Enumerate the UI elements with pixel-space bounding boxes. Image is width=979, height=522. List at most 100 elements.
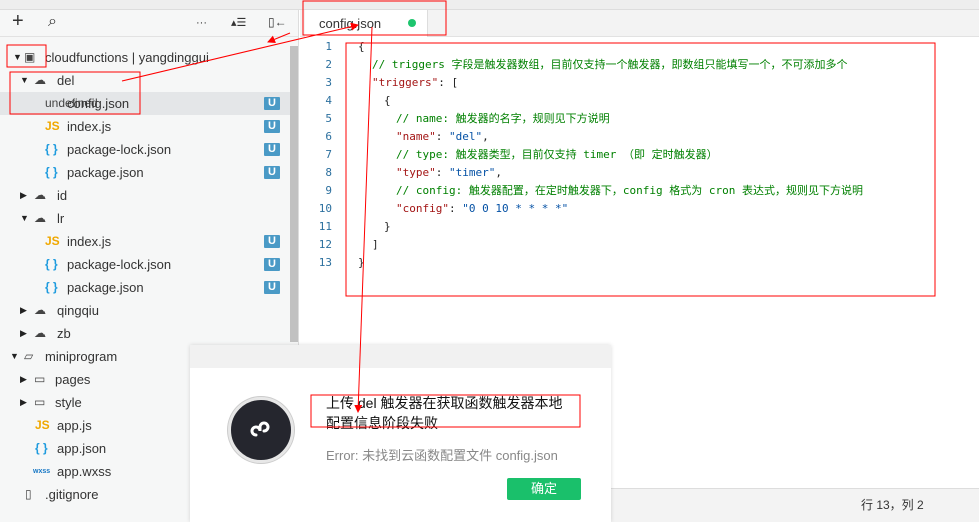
line-number: 4 xyxy=(325,94,332,107)
code-line: "name": "del", xyxy=(396,128,489,146)
tree-item[interactable]: ▼ ☁ del xyxy=(0,69,290,92)
editor-tabs: config.json xyxy=(300,10,979,37)
tree-item-label: id xyxy=(57,188,68,203)
split-icon[interactable]: ▯← xyxy=(268,15,287,29)
line-number: 8 xyxy=(325,166,332,179)
code-line: { xyxy=(358,38,365,56)
chevron-down-icon[interactable]: ▼ xyxy=(13,46,22,69)
dialog-error-message: Error: 未找到云函数配置文件 config.json xyxy=(326,448,558,463)
tree-item[interactable]: JS index.js U xyxy=(0,115,290,138)
tab-config-json[interactable]: config.json xyxy=(305,10,428,37)
untracked-badge: U xyxy=(264,281,280,294)
chevron-right-icon[interactable]: ▶ xyxy=(20,299,27,322)
folder-icon: ▭ xyxy=(34,395,46,409)
untracked-badge: U xyxy=(264,166,280,179)
code-token: "name" xyxy=(396,130,436,143)
cloud-icon: ☁ xyxy=(34,326,46,340)
code-line: ] xyxy=(372,236,379,254)
code-token: // type: 触发器类型，目前仅支持 timer （即 定时触发器） xyxy=(396,148,718,161)
code-token: : xyxy=(435,166,449,179)
tree-item[interactable]: ▶ ☁ zb xyxy=(0,322,290,345)
code-token: "timer" xyxy=(449,166,496,179)
chevron-right-icon[interactable]: ▶ xyxy=(20,322,27,345)
tree-item-label: zb xyxy=(57,326,71,341)
dialog-title: 上传 del 触发器在获取函数触发器本地配置信息阶段失败 xyxy=(326,395,563,431)
tree-item[interactable]: { } package.json U xyxy=(0,161,290,184)
tree-item[interactable]: ▼ ☁ lr xyxy=(0,207,290,230)
code-line: { xyxy=(384,92,391,110)
tree-item-label: index.js xyxy=(67,119,112,134)
code-token: , xyxy=(495,166,502,179)
code-line: // type: 触发器类型，目前仅支持 timer （即 定时触发器） xyxy=(396,146,718,164)
untracked-badge: U xyxy=(264,120,280,133)
chevron-down-icon[interactable]: ▼ xyxy=(10,345,19,368)
folder-icon: ▭ xyxy=(34,372,46,386)
code-token: : [ xyxy=(438,76,459,89)
code-token: : xyxy=(448,202,463,215)
code-token: ] xyxy=(372,238,379,251)
tree-item-label: app.js xyxy=(57,418,92,433)
cloud-icon: ☁ xyxy=(34,73,46,87)
search-icon[interactable]: ⌕ xyxy=(48,13,57,31)
line-number: 13 xyxy=(318,256,332,269)
tree-item-label: app.json xyxy=(57,441,107,456)
tree-item[interactable]: JS index.js U xyxy=(0,230,290,253)
code-line: // triggers 字段是触发器数组，目前仅支持一个触发器，即数组只能填写一… xyxy=(372,56,847,74)
chevron-down-icon[interactable]: ▼ xyxy=(20,69,29,92)
code-token: "type" xyxy=(396,166,436,179)
code-token: { xyxy=(358,40,365,53)
tree-item-label: package.json xyxy=(67,165,144,180)
untracked-badge: U xyxy=(264,143,280,156)
tree-item-label: index.js xyxy=(67,234,112,249)
tree-item-label: style xyxy=(55,395,82,410)
code-token: "0 0 10 * * * *" xyxy=(462,202,569,215)
tree-item[interactable]: { } package-lock.json U xyxy=(0,253,290,276)
tree-item[interactable]: { } package-lock.json U xyxy=(0,138,290,161)
line-number: 10 xyxy=(318,202,332,215)
chevron-right-icon[interactable]: ▶ xyxy=(20,391,27,414)
tree-item[interactable]: { } package.json U xyxy=(0,276,290,299)
code-line: "config": "0 0 10 * * * *" xyxy=(396,200,568,218)
js-file-icon: JS xyxy=(35,418,50,432)
untracked-badge: U xyxy=(264,258,280,271)
wxss-file-icon: wxss xyxy=(33,468,51,475)
unsaved-dot-icon xyxy=(408,19,416,27)
confirm-button[interactable]: 确定 xyxy=(507,478,581,500)
more-icon[interactable]: ··· xyxy=(196,17,207,29)
file-icon: ▯ xyxy=(25,487,32,501)
tree-item[interactable]: ▶ ☁ id xyxy=(0,184,290,207)
explorer-toolbar: + ⌕ ··· ▴☰ ▯← xyxy=(0,10,298,37)
json-file-icon: { } xyxy=(45,280,58,294)
line-number: 9 xyxy=(325,184,332,197)
collapse-all-icon[interactable]: ▴☰ xyxy=(231,16,246,29)
js-file-icon: JS xyxy=(45,234,60,248)
explorer-scrollbar[interactable] xyxy=(290,46,298,342)
code-token: // config: 触发器配置，在定时触发器下，config 格式为 cron… xyxy=(396,184,863,197)
cloud-icon: ☁ xyxy=(34,188,46,202)
tree-item-label: .gitignore xyxy=(45,487,99,502)
code-token: // name: 触发器的名字，规则见下方说明 xyxy=(396,112,610,125)
chevron-right-icon[interactable]: ▶ xyxy=(20,184,27,207)
tree-item-label: pages xyxy=(55,372,91,387)
cursor-position: 行 13，列 2 xyxy=(861,498,924,512)
tree-item-label: miniprogram xyxy=(45,349,118,364)
untracked-badge: U xyxy=(264,97,280,110)
tree-item-label: cloudfunctions | yangdinggui xyxy=(45,50,209,65)
code-line: // name: 触发器的名字，规则见下方说明 xyxy=(396,110,610,128)
code-token: } xyxy=(384,220,391,233)
code-token: : xyxy=(435,130,449,143)
tab-label: config.json xyxy=(319,16,382,31)
json-file-icon: { } xyxy=(45,257,58,271)
code-token: "triggers" xyxy=(372,76,439,89)
code-line: "type": "timer", xyxy=(396,164,502,182)
chevron-right-icon[interactable]: ▶ xyxy=(20,368,27,391)
tree-item[interactable]: undefined config.json U xyxy=(0,92,290,115)
code-line: // config: 触发器配置，在定时触发器下，config 格式为 cron… xyxy=(396,182,863,200)
add-icon[interactable]: + xyxy=(12,10,24,33)
tree-item[interactable]: ▶ ☁ qingqiu xyxy=(0,299,290,322)
tree-item[interactable]: ▼ ▣ cloudfunctions | yangdinggui xyxy=(0,46,290,69)
folder-open-icon: ▱ xyxy=(24,349,34,363)
code-token: "del" xyxy=(449,130,483,143)
chevron-down-icon[interactable]: ▼ xyxy=(20,207,29,230)
code-line: } xyxy=(384,218,391,236)
